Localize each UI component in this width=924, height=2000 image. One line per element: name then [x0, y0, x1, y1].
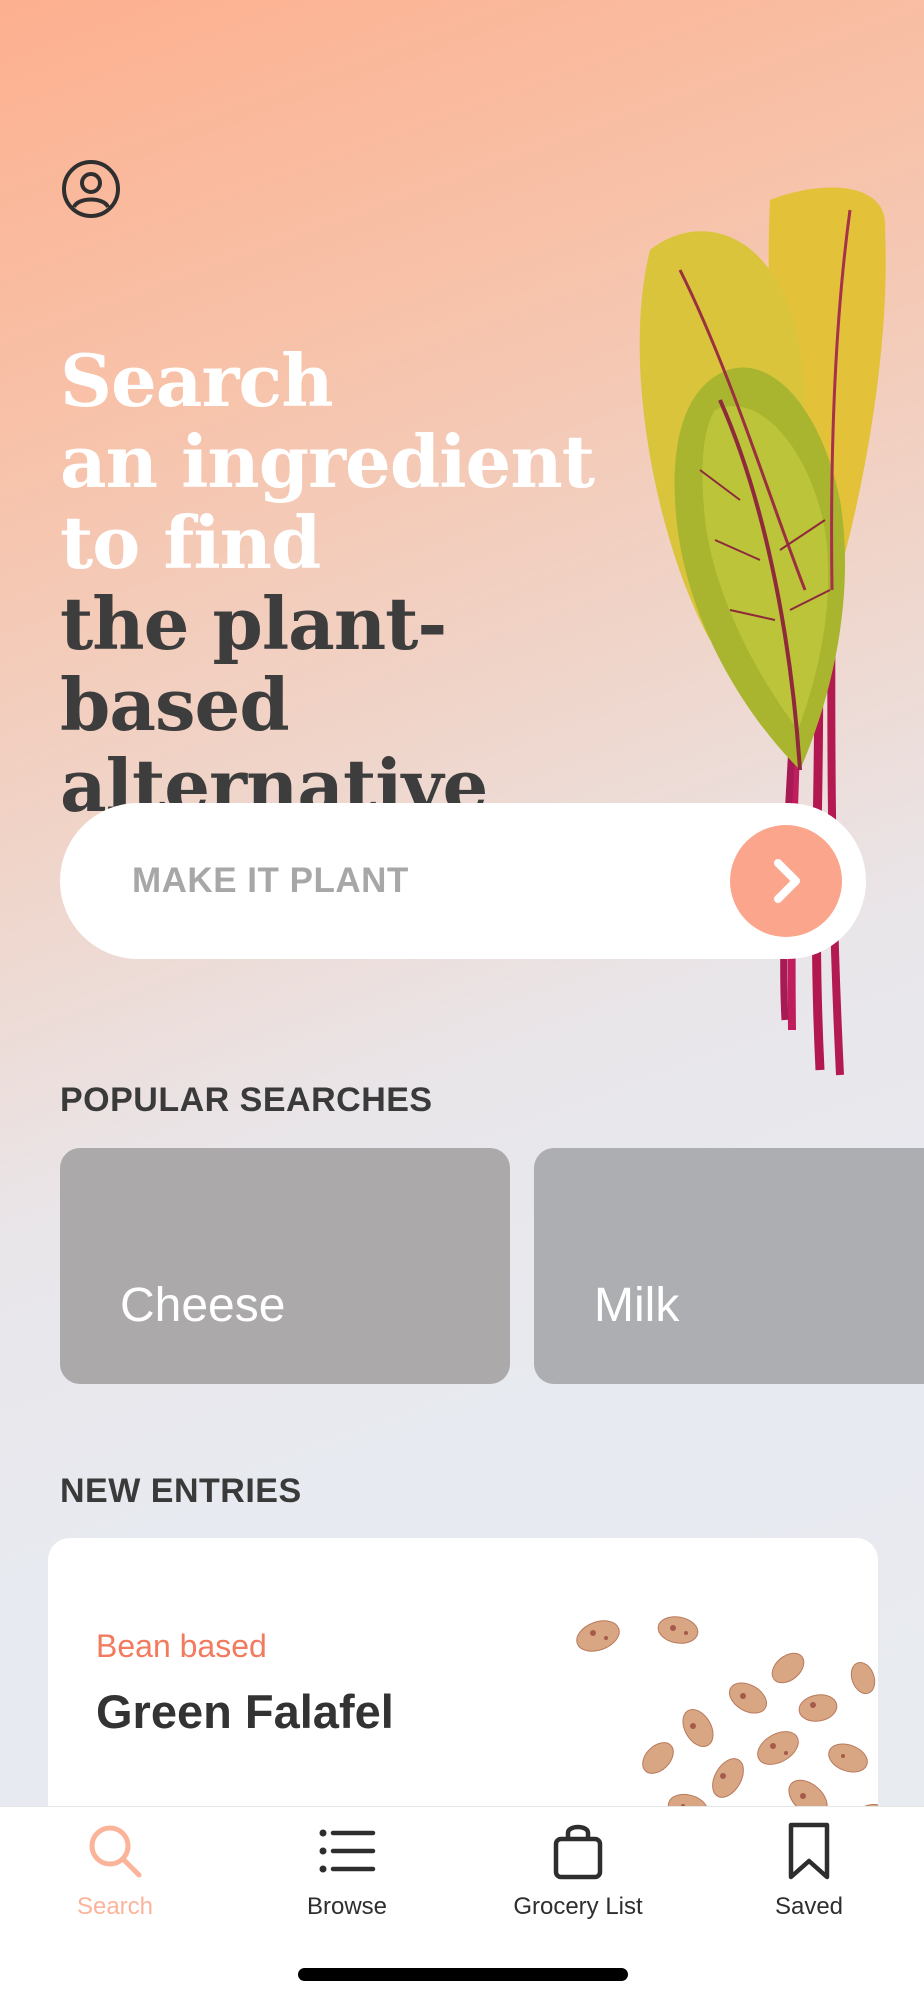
chevron-right-icon	[774, 859, 800, 903]
tab-search[interactable]: Search	[15, 1807, 215, 1937]
tab-label: Saved	[774, 1893, 844, 1920]
tab-browse[interactable]: Browse	[247, 1807, 447, 1937]
new-entry-card[interactable]: Bean based Green Falafel	[48, 1538, 878, 1838]
tab-label: Browse	[306, 1893, 388, 1920]
hero-line-3: to find	[60, 500, 321, 585]
search-placeholder: MAKE IT PLANT	[132, 861, 409, 900]
beans-image	[568, 1608, 878, 1838]
entry-name: Green Falafel	[96, 1685, 394, 1738]
tab-grocery-list[interactable]: Grocery List	[478, 1807, 678, 1937]
popular-search-label: Milk	[594, 1279, 680, 1332]
tab-saved[interactable]: Saved	[709, 1807, 909, 1937]
tab-label: Grocery List	[513, 1893, 643, 1920]
search-icon	[89, 1825, 142, 1878]
entry-category: Bean based	[96, 1628, 267, 1664]
shopping-bag-icon	[553, 1824, 603, 1880]
popular-search-card-milk[interactable]: Milk	[534, 1148, 924, 1384]
tab-label: Search	[76, 1893, 154, 1920]
hero-title: Search an ingredient to find the plant-b…	[60, 340, 660, 826]
bookmark-icon	[788, 1822, 830, 1880]
search-submit-button[interactable]	[730, 825, 842, 937]
hero-line-1: Search	[60, 338, 334, 423]
hero-line-4: the plant-based	[60, 581, 447, 747]
popular-search-label: Cheese	[120, 1279, 286, 1332]
popular-searches-title: POPULAR SEARCHES	[60, 1081, 433, 1119]
hero-line-2: an ingredient	[60, 419, 595, 504]
list-icon	[319, 1829, 376, 1873]
user-circle-icon[interactable]	[60, 158, 122, 220]
search-input[interactable]: MAKE IT PLANT	[60, 803, 866, 959]
popular-search-card-cheese[interactable]: Cheese	[60, 1148, 510, 1384]
home-indicator[interactable]	[298, 1968, 628, 1981]
new-entries-title: NEW ENTRIES	[60, 1472, 302, 1510]
